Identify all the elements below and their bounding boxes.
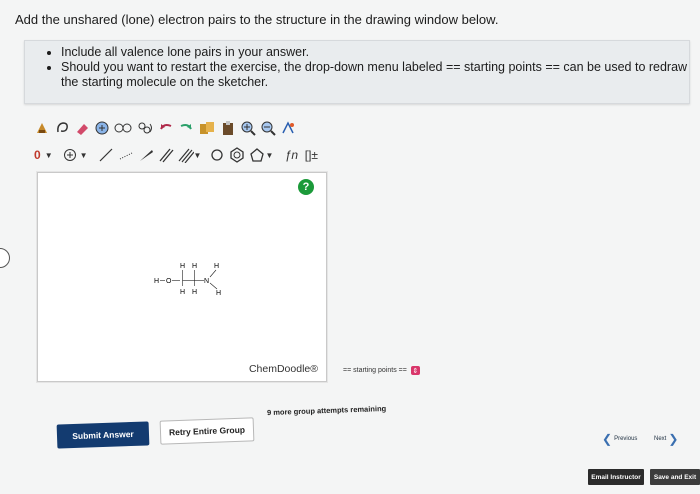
add-charge-selector[interactable]: ▼ xyxy=(62,146,89,164)
retry-entire-group-button[interactable]: Retry Entire Group xyxy=(159,417,255,445)
email-instructor-button[interactable]: Email Instructor xyxy=(588,469,644,485)
paste-icon[interactable] xyxy=(219,119,237,137)
hashed-bond-icon[interactable] xyxy=(117,146,135,164)
svg-text:H: H xyxy=(180,263,185,270)
starting-molecule[interactable]: H H H H O N H H H xyxy=(148,259,238,314)
sketcher-toolbar-bottom: 0 ▼ ▼ ▼ ▼ ƒn []± xyxy=(33,144,320,166)
dropdown-label: == starting points == xyxy=(343,367,407,374)
hint-item: Include all valence lone pairs in your a… xyxy=(61,45,689,60)
svg-text:H: H xyxy=(214,263,219,270)
previous-label: Previous xyxy=(614,436,638,442)
undo-icon[interactable] xyxy=(157,119,175,137)
chevron-left-icon: ❮ xyxy=(602,432,613,446)
wedge-bond-icon[interactable] xyxy=(137,146,155,164)
lasso-icon[interactable] xyxy=(53,119,71,137)
benzene-icon[interactable] xyxy=(228,146,246,164)
chemdoodle-watermark: ChemDoodle® xyxy=(248,363,318,375)
bracket-tool[interactable]: []± xyxy=(302,146,320,164)
subscript-tool[interactable]: ƒn xyxy=(282,146,300,164)
pentagon-ring-icon[interactable]: ▼ xyxy=(248,146,274,164)
chevron-down-icon: ▼ xyxy=(265,150,274,160)
svg-text:H: H xyxy=(192,263,197,270)
template-icon[interactable] xyxy=(113,119,133,137)
zoom-out-icon[interactable] xyxy=(259,119,277,137)
hint-list: Include all valence lone pairs in your a… xyxy=(25,45,689,90)
charge-selector[interactable]: 0 ▼ xyxy=(33,146,54,164)
submit-answer-button[interactable]: Submit Answer xyxy=(56,421,150,449)
svg-text:N: N xyxy=(204,278,209,285)
plus-circle-icon xyxy=(63,149,76,161)
ring-template-icon[interactable] xyxy=(135,119,155,137)
svg-text:H: H xyxy=(192,289,197,296)
cyclopropane-icon[interactable] xyxy=(208,146,226,164)
triple-bond-icon[interactable]: ▼ xyxy=(177,146,203,164)
next-label: Next xyxy=(654,436,667,442)
hint-text: Should you want to restart the exercise,… xyxy=(61,60,688,89)
svg-text:H: H xyxy=(180,289,185,296)
drawing-canvas[interactable]: ? H H H H O N H H H ChemDoodle® xyxy=(37,172,327,382)
zoom-in-icon[interactable] xyxy=(239,119,257,137)
double-bond-icon[interactable] xyxy=(157,146,175,164)
help-button[interactable]: ? xyxy=(298,179,314,195)
eraser-icon[interactable] xyxy=(73,119,91,137)
charge-value: 0 xyxy=(34,148,41,162)
sketcher-toolbar-top xyxy=(33,117,297,139)
starting-points-dropdown[interactable]: == starting points == ⇕ xyxy=(343,366,420,375)
clean-structure-icon[interactable] xyxy=(279,119,297,137)
hint-box: Include all valence lone pairs in your a… xyxy=(24,40,690,104)
clear-icon[interactable] xyxy=(33,119,51,137)
chevron-down-icon: ▼ xyxy=(44,150,53,160)
attempts-remaining-text: 9 more group attempts remaining xyxy=(266,403,387,418)
single-bond-icon[interactable] xyxy=(97,146,115,164)
chevron-down-icon: ▼ xyxy=(193,150,202,160)
copy-icon[interactable] xyxy=(197,119,217,137)
zoom-fit-icon[interactable] xyxy=(93,119,111,137)
molecule-structure: H H H H O N H H H xyxy=(154,263,221,297)
save-and-exit-button[interactable]: Save and Exit xyxy=(650,469,700,485)
question-instruction: Add the unshared (lone) electron pairs t… xyxy=(15,12,499,27)
hint-item: Should you want to restart the exercise,… xyxy=(61,60,689,90)
dropdown-arrow-icon: ⇕ xyxy=(410,366,420,375)
svg-text:O: O xyxy=(166,278,172,285)
left-edge-indicator xyxy=(0,248,10,268)
svg-text:H: H xyxy=(154,278,159,285)
previous-button[interactable]: ❮ Previous xyxy=(602,432,637,446)
svg-text:H: H xyxy=(216,290,221,297)
next-button[interactable]: Next ❯ xyxy=(654,432,678,446)
chevron-down-icon: ▼ xyxy=(79,150,88,160)
redo-icon[interactable] xyxy=(177,119,195,137)
chevron-right-icon: ❯ xyxy=(668,432,679,446)
